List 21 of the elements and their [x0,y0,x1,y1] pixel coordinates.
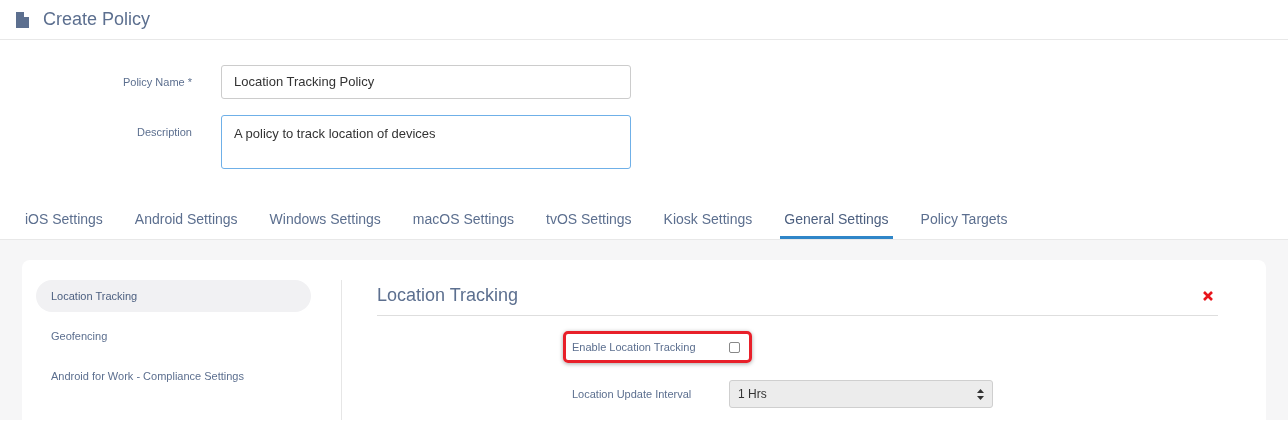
interval-select[interactable]: 1 Hrs [729,380,993,408]
tab[interactable]: Policy Targets [916,209,1012,239]
page-title: Create Policy [43,8,151,31]
name-field[interactable]: Location Tracking Policy [221,65,631,99]
close-icon[interactable] [1203,290,1213,301]
document-icon [16,11,29,28]
checkbox[interactable] [729,341,740,353]
updown-arrow-icon [977,388,984,400]
field-label: Description [136,126,192,138]
tab[interactable]: macOS Settings [408,209,518,239]
field-label: Enable Location Tracking [572,339,697,355]
field-label: Location Update Interval [572,386,693,402]
tab[interactable]: iOS Settings [21,209,107,239]
field-label: Policy Name * [122,76,192,88]
section-title: Location Tracking [377,284,519,307]
tab[interactable]: tvOS Settings [542,209,636,239]
tab[interactable]: Windows Settings [265,209,385,239]
sidebar-item[interactable]: Location Tracking [36,280,311,312]
tab[interactable]: Android Settings [130,209,242,239]
tab[interactable]: Kiosk Settings [659,209,757,239]
description-field[interactable]: A policy to track location of devices [221,115,631,169]
